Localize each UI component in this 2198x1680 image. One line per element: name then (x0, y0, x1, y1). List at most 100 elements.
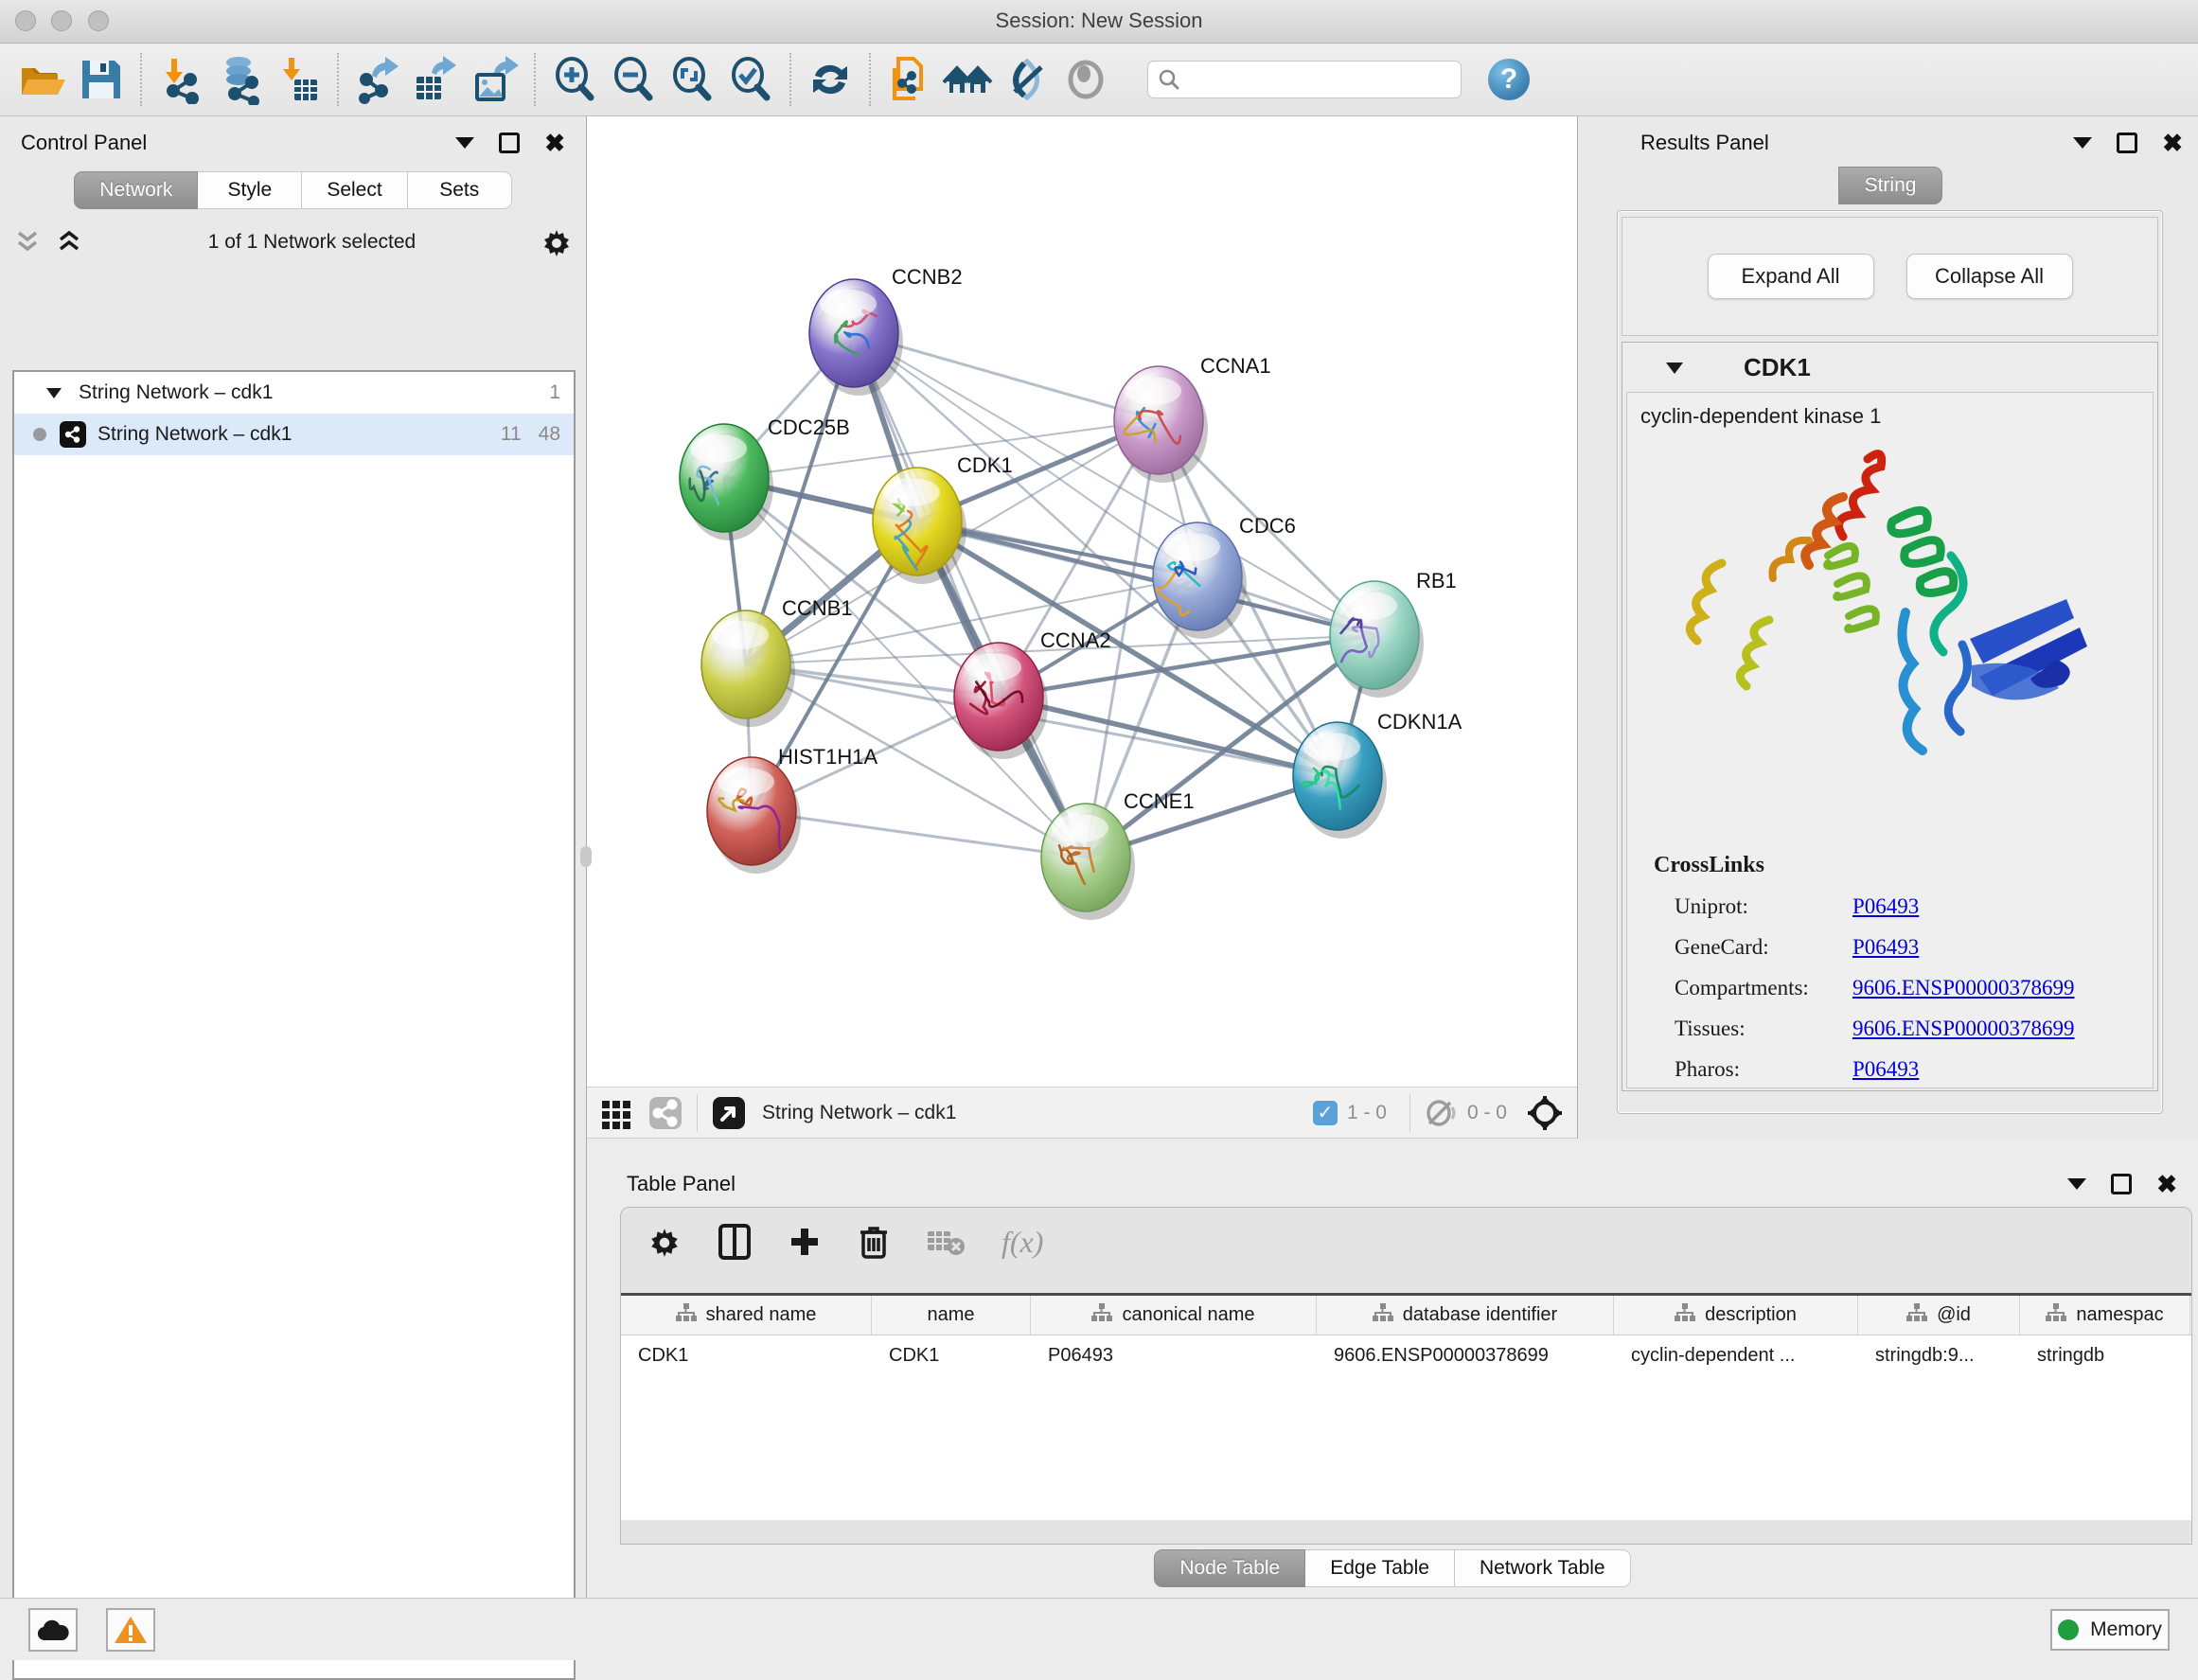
warnings-button[interactable] (106, 1608, 155, 1652)
table-settings-gear-icon[interactable] (647, 1225, 682, 1259)
tab-select[interactable]: Select (302, 171, 407, 209)
export-network-button[interactable] (348, 50, 407, 109)
crosslink-row: Tissues:9606.ENSP00000378699 (1654, 1017, 2136, 1041)
node-RB1[interactable]: RB1 (1330, 569, 1457, 698)
gear-icon[interactable] (541, 226, 573, 258)
node-CCNA2[interactable]: CCNA2 (954, 628, 1111, 759)
crosslink-link[interactable]: 9606.ENSP00000378699 (1852, 976, 2075, 1000)
selected-items-checkbox[interactable]: ✓ (1313, 1101, 1338, 1125)
panel-menu-icon[interactable] (2073, 137, 2092, 149)
search-input[interactable] (1188, 69, 1451, 91)
crosslink-row: Pharos:P06493 (1654, 1057, 2136, 1082)
tab-network-table[interactable]: Network Table (1455, 1549, 1631, 1587)
network-collection-row[interactable]: String Network – cdk1 1 (14, 372, 574, 414)
node-CCNB1[interactable]: CCNB1 (701, 596, 853, 727)
edge-CCNA2-CDKN1A[interactable] (999, 697, 1338, 776)
crosslink-label: Uniprot: (1654, 894, 1852, 919)
column-header-canonical-name[interactable]: canonical name (1031, 1296, 1317, 1335)
panel-float-icon[interactable] (2111, 1174, 2132, 1194)
import-network-button[interactable] (151, 50, 210, 109)
panel-close-icon[interactable]: ✖ (544, 133, 565, 153)
cloud-status-button[interactable] (28, 1608, 78, 1652)
grid-mode-icon[interactable] (600, 1097, 632, 1129)
node-CCNB2[interactable]: CCNB2 (809, 265, 963, 396)
birds-eye-view-icon[interactable] (711, 1095, 747, 1131)
add-column-icon[interactable] (788, 1225, 822, 1259)
select-columns-icon[interactable] (718, 1223, 752, 1261)
clone-network-button[interactable] (880, 50, 939, 109)
export-image-button[interactable] (466, 50, 524, 109)
show-hide-button[interactable] (1056, 50, 1115, 109)
string-home-button[interactable] (939, 50, 998, 109)
crosslink-link[interactable]: P06493 (1852, 1057, 1919, 1082)
table-cell[interactable]: P06493 (1031, 1345, 1317, 1367)
network-row[interactable]: String Network – cdk1 11 48 (14, 414, 574, 455)
table-cell[interactable]: CDK1 (872, 1345, 1031, 1367)
panel-float-icon[interactable] (2117, 133, 2137, 153)
table-cell[interactable]: cyclin-dependent ... (1614, 1345, 1858, 1367)
expand-all-icon[interactable] (55, 230, 83, 255)
import-table-button[interactable] (269, 50, 328, 109)
tab-string[interactable]: String (1838, 167, 1942, 204)
network-share-icon[interactable] (647, 1095, 683, 1131)
tree-expander-icon[interactable] (44, 385, 63, 400)
toolbar-search[interactable] (1147, 61, 1462, 98)
edge-CCNB2-CCNE1[interactable] (854, 333, 1086, 858)
open-session-button[interactable] (13, 50, 72, 109)
edge-HIST1H1A-CCNE1[interactable] (752, 811, 1086, 858)
collapse-all-button[interactable]: Collapse All (1906, 254, 2073, 299)
collapse-all-icon[interactable] (13, 230, 42, 255)
network-view-canvas[interactable]: CCNB2CCNA1CDC25BCDK1CDC6RB1CCNB1CCNA2CDK… (587, 116, 1577, 1087)
column-header-@id[interactable]: @id (1858, 1296, 2020, 1335)
expand-all-button[interactable]: Expand All (1708, 254, 1874, 299)
enhanced-labels-toggle-button[interactable] (998, 50, 1056, 109)
table-cell[interactable]: 9606.ENSP00000378699 (1317, 1345, 1614, 1367)
tab-edge-table[interactable]: Edge Table (1305, 1549, 1455, 1587)
tab-style[interactable]: Style (198, 171, 302, 209)
refresh-icon (806, 55, 855, 104)
panel-menu-icon[interactable] (2067, 1178, 2086, 1190)
table-cell[interactable]: CDK1 (621, 1345, 872, 1367)
node-HIST1H1A[interactable]: HIST1H1A (707, 745, 877, 874)
tab-network[interactable]: Network (74, 171, 198, 209)
zoom-fit-button[interactable] (663, 50, 721, 109)
node-CDKN1A[interactable]: CDKN1A (1293, 710, 1462, 839)
hidden-items-icon[interactable] (1424, 1099, 1458, 1127)
panel-close-icon[interactable]: ✖ (2162, 133, 2183, 153)
zoom-in-button[interactable] (545, 50, 604, 109)
gene-description: cyclin-dependent kinase 1 (1627, 393, 2153, 429)
function-builder-icon[interactable]: f(x) (1002, 1225, 1043, 1260)
column-header-shared-name[interactable]: shared name (621, 1296, 872, 1335)
zoom-selected-button[interactable] (721, 50, 780, 109)
crosslink-link[interactable]: P06493 (1852, 894, 1919, 919)
table-cell[interactable]: stringdb:9... (1858, 1345, 2020, 1367)
fit-selected-crosshair-icon[interactable] (1526, 1094, 1564, 1132)
delete-table-icon[interactable] (926, 1226, 966, 1258)
node-CCNA1[interactable]: CCNA1 (1114, 354, 1271, 483)
column-header-name[interactable]: name (872, 1296, 1031, 1335)
left-splitter-handle[interactable] (580, 846, 592, 867)
import-network-from-database-button[interactable] (210, 50, 269, 109)
save-session-button[interactable] (72, 50, 131, 109)
gene-entry-header[interactable]: CDK1 (1622, 343, 2157, 392)
crosslink-link[interactable]: 9606.ENSP00000378699 (1852, 1017, 2075, 1041)
entry-expander-icon[interactable] (1664, 360, 1685, 376)
memory-button[interactable]: Memory (2050, 1609, 2170, 1651)
export-table-button[interactable] (407, 50, 466, 109)
panel-float-icon[interactable] (499, 133, 520, 153)
crosslink-link[interactable]: P06493 (1852, 935, 1919, 960)
apply-layout-button[interactable] (801, 50, 860, 109)
delete-column-trash-icon[interactable] (858, 1223, 890, 1261)
tab-sets[interactable]: Sets (408, 171, 512, 209)
tab-node-table[interactable]: Node Table (1154, 1549, 1305, 1587)
column-header-database-identifier[interactable]: database identifier (1317, 1296, 1614, 1335)
help-button[interactable]: ? (1488, 59, 1530, 100)
column-header-namespac[interactable]: namespac (2020, 1296, 2190, 1335)
table-cell[interactable]: stringdb (2020, 1345, 2190, 1367)
string-network-graph[interactable]: CCNB2CCNA1CDC25BCDK1CDC6RB1CCNB1CCNA2CDK… (587, 116, 1577, 1087)
zoom-out-button[interactable] (604, 50, 663, 109)
panel-close-icon[interactable]: ✖ (2156, 1174, 2177, 1194)
column-header-description[interactable]: description (1614, 1296, 1858, 1335)
panel-menu-icon[interactable] (455, 137, 474, 149)
table-row[interactable]: CDK1CDK1P064939606.ENSP00000378699cyclin… (621, 1335, 2191, 1375)
